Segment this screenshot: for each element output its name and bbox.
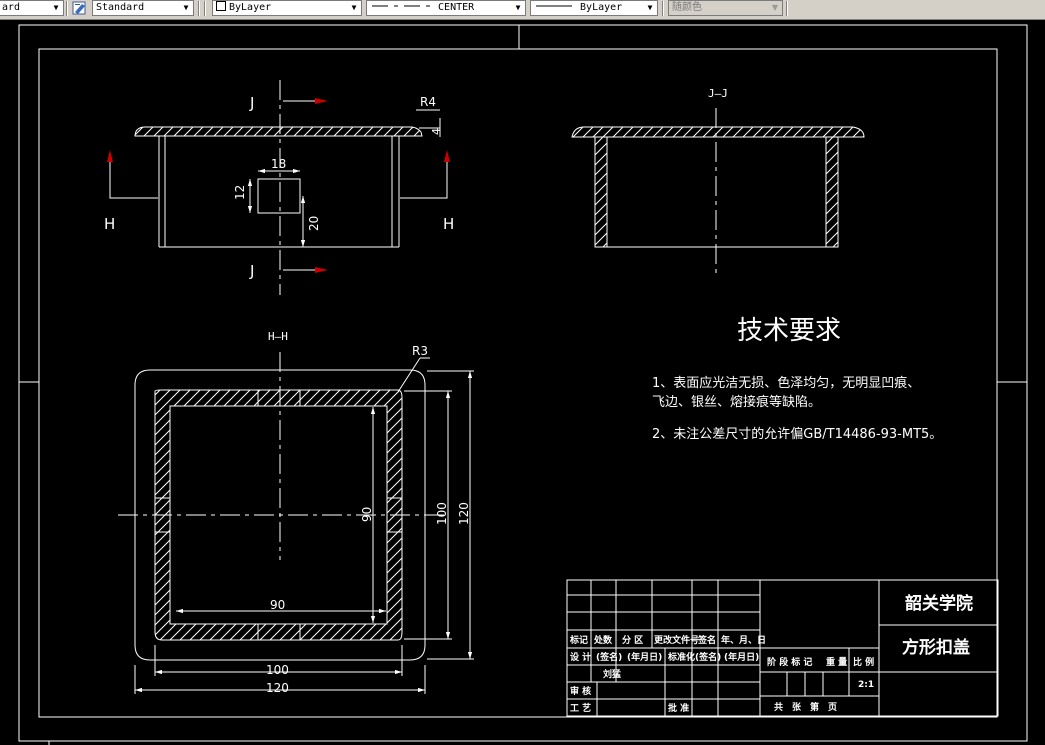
dim-outer-height: 120 xyxy=(457,502,471,525)
tb-row-process: 工 艺 xyxy=(570,702,591,714)
school-name: 韶关学院 xyxy=(905,593,973,614)
cut-label-left: H xyxy=(104,215,115,233)
tb-header-stage: 阶 段 标 记 xyxy=(767,656,812,668)
tb-row-sign1: (签名) xyxy=(596,651,622,663)
dim-mid-height: 100 xyxy=(435,502,449,525)
tb-header-date: 年、月、日 xyxy=(721,634,766,646)
chevron-down-icon: ▼ xyxy=(183,3,189,12)
dim-radius-r4: R4 xyxy=(420,95,436,109)
notes-line-1: 1、表面应光洁无损、色泽均匀，无明显凹痕、 xyxy=(652,375,920,391)
linetype-dropdown[interactable]: CENTER ▼ xyxy=(366,0,526,16)
tb-header-scale: 比 例 xyxy=(853,656,874,668)
tb-row-std: 标准化 xyxy=(667,651,695,663)
lineweight-value: ByLayer xyxy=(580,2,623,13)
part-name: 方形扣盖 xyxy=(902,637,970,658)
tb-header-zone: 分 区 xyxy=(622,634,643,646)
front-view xyxy=(107,80,450,295)
dim-hole-width: 18 xyxy=(271,157,286,171)
section-label-hh: H—H xyxy=(268,330,288,343)
tb-header-mark: 标记 xyxy=(569,634,588,646)
toolbar-separator xyxy=(66,1,68,16)
tb-row-date1: (年月日) xyxy=(627,651,662,663)
tb-header-docno: 更改文件号 xyxy=(654,634,699,646)
section-label-jj: J—J xyxy=(708,87,728,100)
dim-thickness: 4 xyxy=(430,128,443,135)
section-hh-view xyxy=(118,352,474,694)
dim-outer-width: 120 xyxy=(266,681,289,695)
dim-style-dropdown[interactable]: ard ▼ xyxy=(0,0,64,16)
tb-scale-value: 2:1 xyxy=(858,680,874,690)
drawing-canvas[interactable]: J J H H R4 4 18 12 20 J—J H—H R3 90 90 1… xyxy=(0,19,1045,745)
center-linetype-icon xyxy=(372,5,430,7)
color-swatch-icon xyxy=(216,1,226,11)
chevron-down-icon: ▼ xyxy=(647,3,653,12)
lineweight-dropdown[interactable]: ByLayer ▼ xyxy=(530,0,658,16)
tb-row-review: 审 核 xyxy=(570,685,591,697)
notes-title: 技术要求 xyxy=(737,316,841,346)
text-style-value: Standard xyxy=(96,2,145,13)
section-jj-view xyxy=(571,108,865,278)
tb-header-count: 处数 xyxy=(593,634,613,646)
toolbar-separator xyxy=(204,1,206,16)
dim-inner-height: 90 xyxy=(360,507,374,522)
cut-label-bottom: J xyxy=(249,262,254,280)
toolbar-separator xyxy=(786,1,788,16)
dim-mid-width: 100 xyxy=(266,663,289,677)
text-style-dropdown[interactable]: Standard ▼ xyxy=(92,0,194,16)
plot-style-value: 随颜色 xyxy=(672,2,702,13)
tb-header-weight: 重 量 xyxy=(826,656,847,668)
chevron-down-icon: ▼ xyxy=(771,3,779,12)
tb-row-design: 设 计 xyxy=(570,651,591,663)
chevron-down-icon: ▼ xyxy=(53,3,59,12)
text-style-icon[interactable] xyxy=(72,0,88,16)
tb-row-approve: 批 准 xyxy=(668,702,689,714)
toolbar-separator xyxy=(198,1,200,16)
tb-header-sign: 签名 xyxy=(697,634,716,646)
chevron-down-icon: ▼ xyxy=(351,3,357,12)
properties-toolbar: ard ▼ Standard ▼ ByLayer ▼ CENTER ▼ ByLa… xyxy=(0,0,1045,20)
notes-line-2: 飞边、银丝、熔接痕等缺陷。 xyxy=(652,394,821,410)
layer-color-dropdown[interactable]: ByLayer ▼ xyxy=(212,0,362,16)
dim-inner-width: 90 xyxy=(270,598,285,612)
dim-radius-r3: R3 xyxy=(412,344,428,358)
dim-hole-offset: 20 xyxy=(307,216,321,231)
tb-row-date2: (年月日) xyxy=(724,651,759,663)
plot-style-dropdown[interactable]: 随颜色 ▼ xyxy=(668,0,783,16)
dim-hole-height: 12 xyxy=(233,185,247,200)
cut-label-top: J xyxy=(249,94,254,112)
linetype-value: CENTER xyxy=(438,2,475,13)
notes-line-3: 2、未注公差尺寸的允许偏GB/T14486-93-MT5。 xyxy=(652,426,942,442)
tb-designer: 刘猛 xyxy=(603,668,621,680)
lineweight-sample-icon xyxy=(536,5,572,7)
cut-label-right: H xyxy=(443,215,454,233)
dim-style-value: ard xyxy=(2,2,21,13)
layer-color-value: ByLayer xyxy=(229,2,272,13)
tb-row-sign2: (签名) xyxy=(695,651,721,663)
toolbar-separator xyxy=(662,1,664,16)
tb-sheets: 共 张 第 页 xyxy=(774,701,837,713)
chevron-down-icon: ▼ xyxy=(515,3,521,12)
